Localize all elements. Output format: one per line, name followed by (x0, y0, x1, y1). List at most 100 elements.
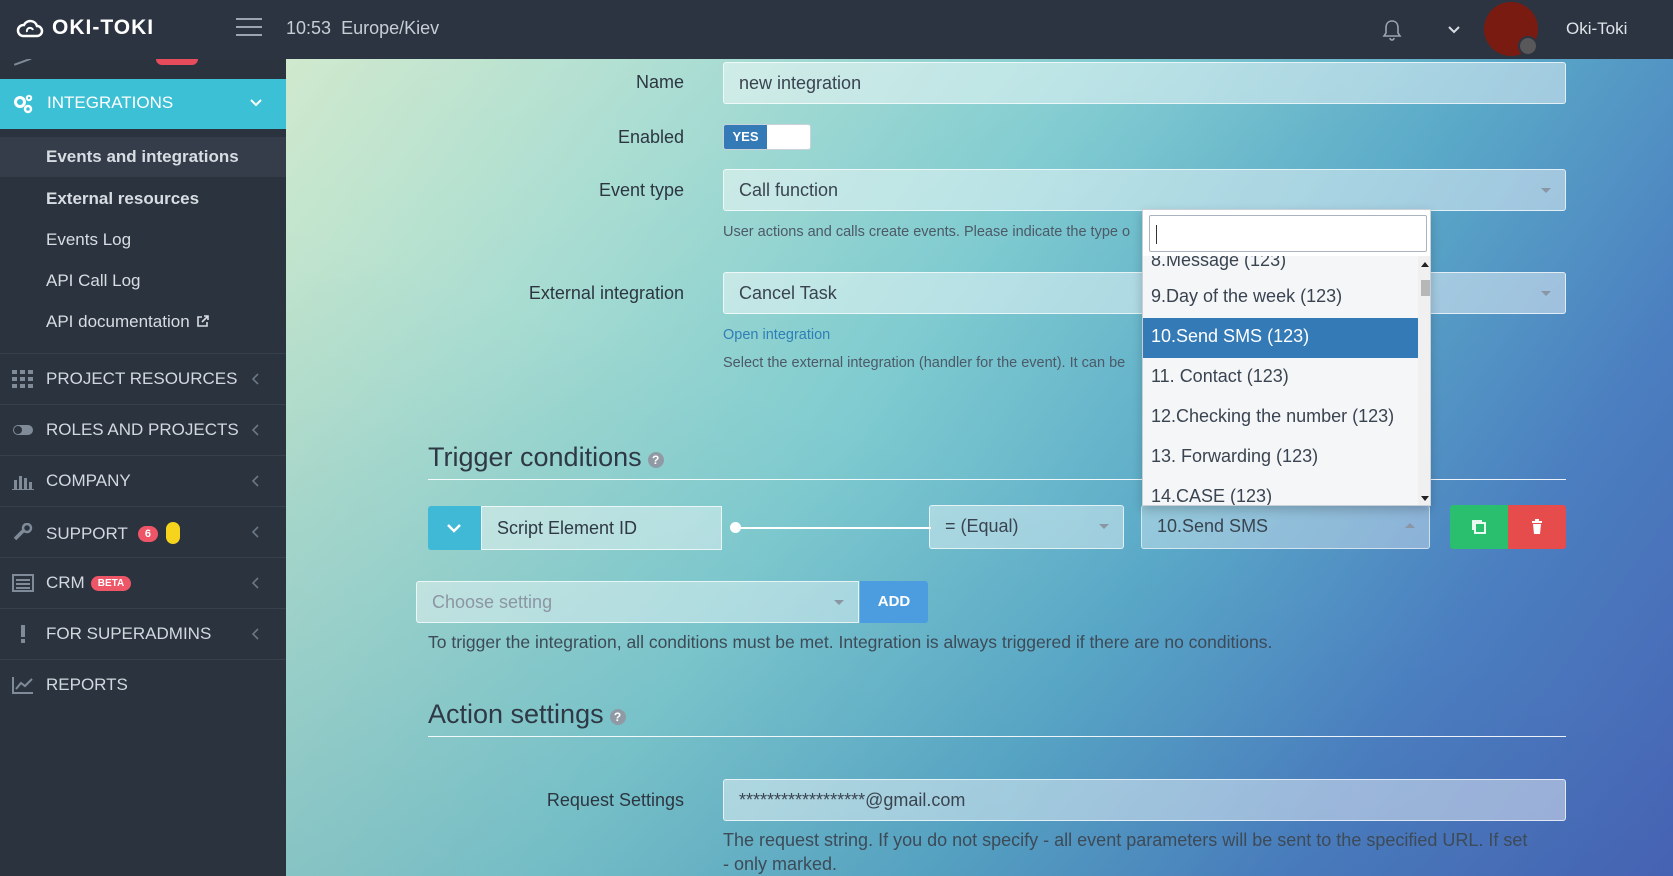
scroll-down-icon[interactable] (1421, 496, 1429, 501)
sidebar-item-label: ROLES AND PROJECTS (46, 420, 239, 439)
username[interactable]: Oki-Toki (1566, 19, 1627, 39)
sidebar-item-integrations[interactable]: INTEGRATIONS (0, 79, 286, 129)
sidebar-item-support[interactable]: SUPPORT 6 (0, 506, 286, 556)
logo[interactable]: OKI-TOKI (16, 16, 154, 40)
divider (428, 736, 1566, 737)
condition-value-select[interactable]: 10.Send SMS (1141, 505, 1430, 549)
external-integration-label: External integration (528, 283, 684, 303)
event-type-select[interactable]: Call function (723, 169, 1566, 211)
dropdown-option[interactable]: 9.Day of the week (123) (1143, 278, 1418, 318)
chevron-left-icon (251, 475, 259, 487)
partial-icon (10, 59, 32, 66)
sidebar-subitem-label: External resources (46, 189, 200, 208)
sidebar-item-company[interactable]: COMPANY (0, 455, 286, 505)
help-icon[interactable]: ? (609, 709, 626, 725)
request-settings-label: Request Settings (546, 790, 684, 810)
request-settings-hint: The request string. If you do not specif… (723, 830, 1528, 874)
sidebar-item-label: PROJECT RESOURCES (46, 369, 238, 388)
action-settings-title-text: Action settings (428, 699, 604, 729)
trash-icon (1532, 519, 1542, 534)
sidebar-item-project-resources[interactable]: PROJECT RESOURCES (0, 353, 286, 403)
sidebar-subitem-api-call-log[interactable]: API Call Log (0, 261, 286, 301)
clock: 10:53 Europe/Kiev (286, 18, 439, 39)
clock-time: 10:53 (286, 18, 332, 38)
sidebar-item-roles-and-projects[interactable]: ROLES AND PROJECTS (0, 404, 286, 454)
scroll-thumb[interactable] (1421, 280, 1430, 296)
beta-badge: BETA (90, 576, 132, 591)
enabled-toggle[interactable]: YES (723, 124, 811, 150)
sidebar-item-label-wrap: CRM BETA (46, 573, 132, 593)
chevron-left-icon (251, 526, 259, 538)
delete-condition-button[interactable] (1508, 505, 1566, 549)
dropdown-search-input[interactable] (1149, 215, 1427, 252)
dropdown-option[interactable]: 14.CASE (123) (1143, 478, 1418, 505)
enabled-toggle-on: YES (724, 125, 767, 149)
chevron-left-icon (251, 424, 259, 436)
event-type-hint: User actions and calls create events. Pl… (723, 224, 1131, 240)
caret-up-icon (1405, 523, 1415, 528)
condition-operator-select[interactable]: = (Equal) (929, 505, 1124, 549)
wrench-icon (13, 523, 33, 541)
notification-badge: 6 (137, 526, 158, 542)
caret-down-icon (1541, 291, 1551, 296)
sidebar-item-reports[interactable]: REPORTS (0, 659, 286, 709)
sidebar-item-for-superadmins[interactable]: FOR SUPERADMINS (0, 608, 286, 658)
trigger-conditions-title: Trigger conditions? (428, 442, 664, 473)
menu-toggle-icon[interactable] (236, 18, 262, 38)
condition-operator-value: = (Equal) (945, 516, 1019, 536)
condition-connector (736, 527, 931, 529)
sidebar-subitem-label: API Call Log (46, 271, 141, 290)
sidebar-subitem-api-documentation[interactable]: API documentation (0, 302, 286, 342)
status-dot (1518, 36, 1538, 56)
dropdown-option[interactable]: 12.Checking the number (123) (1143, 398, 1418, 438)
scroll-up-icon[interactable] (1421, 262, 1429, 267)
bell-icon[interactable] (1381, 18, 1403, 42)
choose-setting-placeholder: Choose setting (432, 592, 553, 612)
sidebar-item-label: FOR SUPERADMINS (46, 624, 212, 643)
copy-condition-button[interactable] (1450, 505, 1508, 549)
condition-toggle-button[interactable] (428, 506, 481, 550)
event-type-label: Event type (598, 180, 684, 200)
external-integration-hint: Select the external integration (handler… (723, 355, 1126, 371)
grid-icon (12, 370, 33, 388)
sidebar-subitem-events-log[interactable]: Events Log (0, 220, 286, 260)
sidebar-item-label: INTEGRATIONS (47, 93, 174, 112)
top-bar: OKI-TOKI 10:53 Europe/Kiev Oki-Toki (0, 0, 1673, 59)
trigger-conditions-title-text: Trigger conditions (428, 442, 642, 472)
chevron-down-icon[interactable] (1446, 22, 1462, 38)
sidebar-subitem-events-and-integrations[interactable]: Events and integrations (0, 137, 286, 177)
caret-down-icon (834, 600, 844, 605)
name-input[interactable]: new integration (723, 62, 1566, 104)
sidebar-item-label: COMPANY (46, 471, 131, 490)
request-settings-input[interactable]: ******************@gmail.com (723, 779, 1566, 821)
text-cursor (1156, 225, 1157, 244)
bar-chart-icon (12, 476, 34, 490)
external-link-icon (196, 315, 209, 327)
open-integration-link[interactable]: Open integration (723, 327, 830, 343)
dropdown-option-selected[interactable]: 10.Send SMS (123) (1143, 318, 1418, 358)
enabled-label: Enabled (617, 127, 684, 147)
dropdown-option[interactable]: 11. Contact (123) (1143, 358, 1418, 398)
status-badge (166, 522, 180, 544)
dropdown-scrollbar[interactable] (1418, 256, 1430, 505)
condition-connector-knob (730, 522, 741, 533)
chevron-left-icon (251, 628, 259, 640)
help-icon[interactable]: ? (647, 452, 664, 468)
trigger-hint: To trigger the integration, all conditio… (428, 632, 1273, 652)
sidebar-item-label: SUPPORT (46, 524, 128, 543)
partial-badge (156, 59, 198, 65)
sidebar-item-label: CRM (46, 573, 85, 592)
value-dropdown: 8.Message (123) 9.Day of the week (123) … (1142, 209, 1431, 506)
sidebar-subitem-label: API documentation (46, 312, 190, 331)
exclamation-icon (21, 625, 25, 643)
sidebar-subitem-external-resources[interactable]: External resources (0, 179, 286, 219)
dropdown-option[interactable]: 13. Forwarding (123) (1143, 438, 1418, 478)
sidebar-subitem-label-wrap: API documentation (46, 312, 210, 332)
condition-field-input[interactable]: Script Element ID (481, 506, 722, 550)
add-button[interactable]: ADD (860, 581, 928, 623)
sidebar-item-crm[interactable]: CRM BETA (0, 557, 286, 607)
choose-setting-select[interactable]: Choose setting (416, 581, 859, 623)
cloud-icon (16, 19, 44, 38)
sidebar-subitem-label: Events Log (46, 230, 132, 249)
sidebar-item-cutoff (0, 59, 286, 79)
